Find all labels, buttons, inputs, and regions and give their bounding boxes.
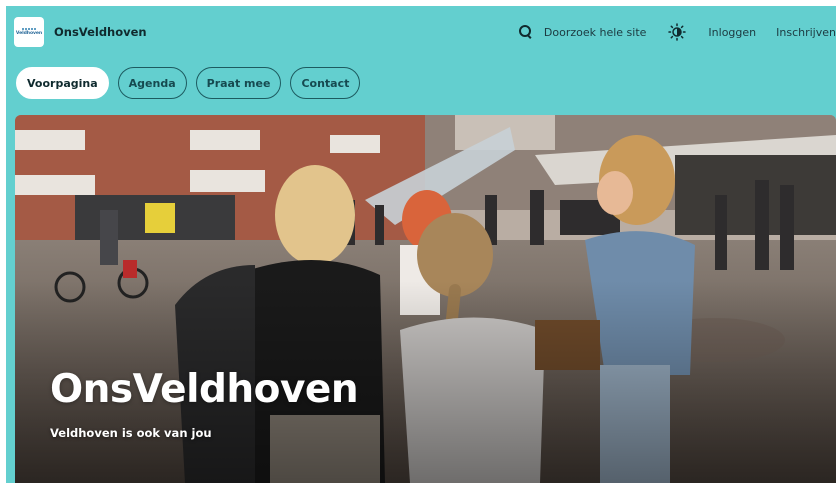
tab-agenda[interactable]: Agenda xyxy=(117,67,187,99)
tab-praat-mee[interactable]: Praat mee xyxy=(195,67,282,99)
site-logo[interactable]: Veldhoven xyxy=(14,17,44,47)
tab-contact[interactable]: Contact xyxy=(290,67,361,99)
hero-banner: OnsVeldhoven Veldhoven is ook van jou xyxy=(15,115,836,483)
header: Veldhoven OnsVeldhoven Doorzoek hele sit… xyxy=(14,17,836,47)
logo-dots-icon xyxy=(22,28,36,30)
sun-theme-icon[interactable] xyxy=(668,23,687,41)
main-nav: Voorpagina Agenda Praat mee Contact xyxy=(16,67,361,99)
header-actions: Doorzoek hele site Inloggen Inschrijven xyxy=(518,17,836,47)
search-icon[interactable] xyxy=(518,24,534,40)
search-link[interactable]: Doorzoek hele site xyxy=(544,26,647,39)
hero-subtitle: Veldhoven is ook van jou xyxy=(50,426,212,440)
login-link[interactable]: Inloggen xyxy=(708,26,756,39)
hero-title: OnsVeldhoven xyxy=(50,367,359,412)
site-name[interactable]: OnsVeldhoven xyxy=(54,25,147,39)
logo-text: Veldhoven xyxy=(15,31,43,36)
register-link[interactable]: Inschrijven xyxy=(776,26,836,39)
tab-voorpagina[interactable]: Voorpagina xyxy=(16,67,109,99)
